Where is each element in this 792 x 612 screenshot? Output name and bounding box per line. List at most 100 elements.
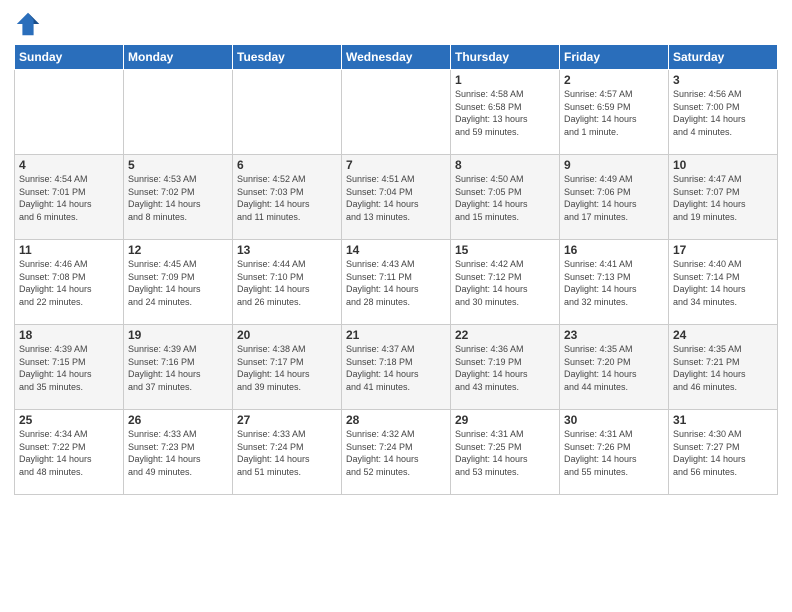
day-number: 8 bbox=[455, 158, 555, 172]
calendar-cell: 25Sunrise: 4:34 AM Sunset: 7:22 PM Dayli… bbox=[15, 410, 124, 495]
calendar-cell: 24Sunrise: 4:35 AM Sunset: 7:21 PM Dayli… bbox=[669, 325, 778, 410]
calendar-cell bbox=[342, 70, 451, 155]
calendar-cell: 27Sunrise: 4:33 AM Sunset: 7:24 PM Dayli… bbox=[233, 410, 342, 495]
calendar-cell bbox=[124, 70, 233, 155]
day-number: 22 bbox=[455, 328, 555, 342]
day-info: Sunrise: 4:31 AM Sunset: 7:25 PM Dayligh… bbox=[455, 428, 555, 478]
calendar-week-row: 1Sunrise: 4:58 AM Sunset: 6:58 PM Daylig… bbox=[15, 70, 778, 155]
day-number: 13 bbox=[237, 243, 337, 257]
calendar-cell: 3Sunrise: 4:56 AM Sunset: 7:00 PM Daylig… bbox=[669, 70, 778, 155]
day-info: Sunrise: 4:42 AM Sunset: 7:12 PM Dayligh… bbox=[455, 258, 555, 308]
day-info: Sunrise: 4:58 AM Sunset: 6:58 PM Dayligh… bbox=[455, 88, 555, 138]
day-info: Sunrise: 4:30 AM Sunset: 7:27 PM Dayligh… bbox=[673, 428, 773, 478]
day-number: 10 bbox=[673, 158, 773, 172]
day-number: 25 bbox=[19, 413, 119, 427]
day-number: 23 bbox=[564, 328, 664, 342]
day-number: 12 bbox=[128, 243, 228, 257]
day-info: Sunrise: 4:50 AM Sunset: 7:05 PM Dayligh… bbox=[455, 173, 555, 223]
calendar-cell: 19Sunrise: 4:39 AM Sunset: 7:16 PM Dayli… bbox=[124, 325, 233, 410]
day-info: Sunrise: 4:41 AM Sunset: 7:13 PM Dayligh… bbox=[564, 258, 664, 308]
calendar-cell: 8Sunrise: 4:50 AM Sunset: 7:05 PM Daylig… bbox=[451, 155, 560, 240]
calendar-cell bbox=[233, 70, 342, 155]
day-info: Sunrise: 4:37 AM Sunset: 7:18 PM Dayligh… bbox=[346, 343, 446, 393]
weekday-header-row: SundayMondayTuesdayWednesdayThursdayFrid… bbox=[15, 45, 778, 70]
calendar-table: SundayMondayTuesdayWednesdayThursdayFrid… bbox=[14, 44, 778, 495]
day-number: 17 bbox=[673, 243, 773, 257]
day-info: Sunrise: 4:39 AM Sunset: 7:16 PM Dayligh… bbox=[128, 343, 228, 393]
day-number: 31 bbox=[673, 413, 773, 427]
calendar-cell: 4Sunrise: 4:54 AM Sunset: 7:01 PM Daylig… bbox=[15, 155, 124, 240]
day-number: 15 bbox=[455, 243, 555, 257]
day-number: 26 bbox=[128, 413, 228, 427]
day-number: 5 bbox=[128, 158, 228, 172]
calendar-week-row: 4Sunrise: 4:54 AM Sunset: 7:01 PM Daylig… bbox=[15, 155, 778, 240]
day-number: 11 bbox=[19, 243, 119, 257]
day-info: Sunrise: 4:31 AM Sunset: 7:26 PM Dayligh… bbox=[564, 428, 664, 478]
day-info: Sunrise: 4:38 AM Sunset: 7:17 PM Dayligh… bbox=[237, 343, 337, 393]
calendar-cell: 2Sunrise: 4:57 AM Sunset: 6:59 PM Daylig… bbox=[560, 70, 669, 155]
day-number: 24 bbox=[673, 328, 773, 342]
day-number: 21 bbox=[346, 328, 446, 342]
day-number: 9 bbox=[564, 158, 664, 172]
day-info: Sunrise: 4:34 AM Sunset: 7:22 PM Dayligh… bbox=[19, 428, 119, 478]
day-number: 3 bbox=[673, 73, 773, 87]
day-info: Sunrise: 4:33 AM Sunset: 7:24 PM Dayligh… bbox=[237, 428, 337, 478]
day-info: Sunrise: 4:51 AM Sunset: 7:04 PM Dayligh… bbox=[346, 173, 446, 223]
calendar-cell: 22Sunrise: 4:36 AM Sunset: 7:19 PM Dayli… bbox=[451, 325, 560, 410]
day-number: 4 bbox=[19, 158, 119, 172]
calendar-cell: 6Sunrise: 4:52 AM Sunset: 7:03 PM Daylig… bbox=[233, 155, 342, 240]
calendar-cell: 31Sunrise: 4:30 AM Sunset: 7:27 PM Dayli… bbox=[669, 410, 778, 495]
weekday-header-tuesday: Tuesday bbox=[233, 45, 342, 70]
day-number: 20 bbox=[237, 328, 337, 342]
day-number: 28 bbox=[346, 413, 446, 427]
day-info: Sunrise: 4:53 AM Sunset: 7:02 PM Dayligh… bbox=[128, 173, 228, 223]
day-info: Sunrise: 4:35 AM Sunset: 7:20 PM Dayligh… bbox=[564, 343, 664, 393]
logo bbox=[14, 10, 44, 38]
calendar-cell: 17Sunrise: 4:40 AM Sunset: 7:14 PM Dayli… bbox=[669, 240, 778, 325]
calendar-cell: 29Sunrise: 4:31 AM Sunset: 7:25 PM Dayli… bbox=[451, 410, 560, 495]
day-number: 7 bbox=[346, 158, 446, 172]
day-info: Sunrise: 4:45 AM Sunset: 7:09 PM Dayligh… bbox=[128, 258, 228, 308]
calendar-cell: 1Sunrise: 4:58 AM Sunset: 6:58 PM Daylig… bbox=[451, 70, 560, 155]
day-info: Sunrise: 4:46 AM Sunset: 7:08 PM Dayligh… bbox=[19, 258, 119, 308]
day-info: Sunrise: 4:44 AM Sunset: 7:10 PM Dayligh… bbox=[237, 258, 337, 308]
calendar-cell: 26Sunrise: 4:33 AM Sunset: 7:23 PM Dayli… bbox=[124, 410, 233, 495]
day-info: Sunrise: 4:47 AM Sunset: 7:07 PM Dayligh… bbox=[673, 173, 773, 223]
calendar-cell: 14Sunrise: 4:43 AM Sunset: 7:11 PM Dayli… bbox=[342, 240, 451, 325]
day-info: Sunrise: 4:39 AM Sunset: 7:15 PM Dayligh… bbox=[19, 343, 119, 393]
day-info: Sunrise: 4:32 AM Sunset: 7:24 PM Dayligh… bbox=[346, 428, 446, 478]
calendar-cell bbox=[15, 70, 124, 155]
day-number: 27 bbox=[237, 413, 337, 427]
calendar-cell: 30Sunrise: 4:31 AM Sunset: 7:26 PM Dayli… bbox=[560, 410, 669, 495]
day-info: Sunrise: 4:56 AM Sunset: 7:00 PM Dayligh… bbox=[673, 88, 773, 138]
calendar-cell: 21Sunrise: 4:37 AM Sunset: 7:18 PM Dayli… bbox=[342, 325, 451, 410]
header bbox=[14, 10, 778, 38]
calendar-cell: 20Sunrise: 4:38 AM Sunset: 7:17 PM Dayli… bbox=[233, 325, 342, 410]
day-info: Sunrise: 4:40 AM Sunset: 7:14 PM Dayligh… bbox=[673, 258, 773, 308]
weekday-header-saturday: Saturday bbox=[669, 45, 778, 70]
day-number: 14 bbox=[346, 243, 446, 257]
calendar-cell: 16Sunrise: 4:41 AM Sunset: 7:13 PM Dayli… bbox=[560, 240, 669, 325]
day-info: Sunrise: 4:43 AM Sunset: 7:11 PM Dayligh… bbox=[346, 258, 446, 308]
weekday-header-sunday: Sunday bbox=[15, 45, 124, 70]
day-info: Sunrise: 4:36 AM Sunset: 7:19 PM Dayligh… bbox=[455, 343, 555, 393]
calendar-cell: 11Sunrise: 4:46 AM Sunset: 7:08 PM Dayli… bbox=[15, 240, 124, 325]
day-info: Sunrise: 4:33 AM Sunset: 7:23 PM Dayligh… bbox=[128, 428, 228, 478]
calendar-cell: 15Sunrise: 4:42 AM Sunset: 7:12 PM Dayli… bbox=[451, 240, 560, 325]
calendar-cell: 12Sunrise: 4:45 AM Sunset: 7:09 PM Dayli… bbox=[124, 240, 233, 325]
day-number: 19 bbox=[128, 328, 228, 342]
calendar-cell: 23Sunrise: 4:35 AM Sunset: 7:20 PM Dayli… bbox=[560, 325, 669, 410]
calendar-week-row: 11Sunrise: 4:46 AM Sunset: 7:08 PM Dayli… bbox=[15, 240, 778, 325]
calendar-cell: 5Sunrise: 4:53 AM Sunset: 7:02 PM Daylig… bbox=[124, 155, 233, 240]
day-number: 6 bbox=[237, 158, 337, 172]
calendar-cell: 10Sunrise: 4:47 AM Sunset: 7:07 PM Dayli… bbox=[669, 155, 778, 240]
weekday-header-monday: Monday bbox=[124, 45, 233, 70]
calendar-cell: 28Sunrise: 4:32 AM Sunset: 7:24 PM Dayli… bbox=[342, 410, 451, 495]
day-number: 2 bbox=[564, 73, 664, 87]
weekday-header-friday: Friday bbox=[560, 45, 669, 70]
day-info: Sunrise: 4:35 AM Sunset: 7:21 PM Dayligh… bbox=[673, 343, 773, 393]
calendar-cell: 9Sunrise: 4:49 AM Sunset: 7:06 PM Daylig… bbox=[560, 155, 669, 240]
day-number: 16 bbox=[564, 243, 664, 257]
day-number: 30 bbox=[564, 413, 664, 427]
weekday-header-thursday: Thursday bbox=[451, 45, 560, 70]
